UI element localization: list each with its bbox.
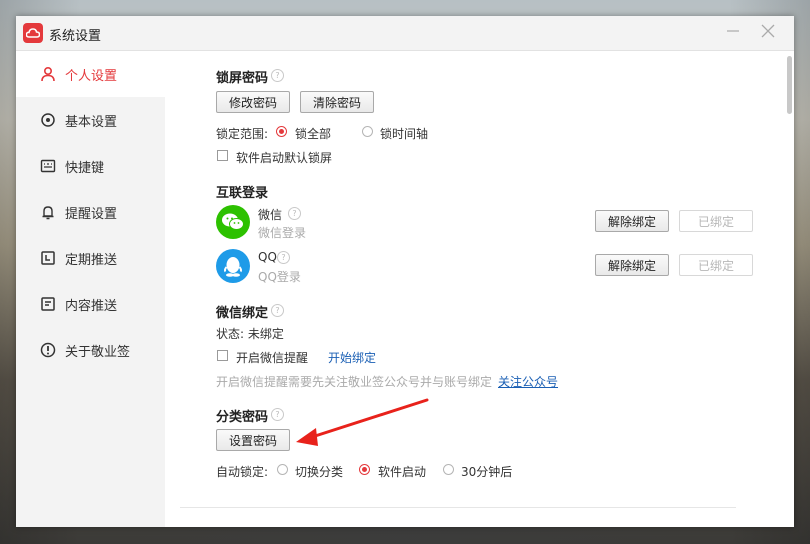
wechat-sub: 微信登录 xyxy=(258,226,307,240)
change-password-button[interactable]: 修改密码 xyxy=(216,91,290,113)
qq-name: QQ xyxy=(258,250,277,264)
wechat-reminder-checkbox[interactable] xyxy=(217,350,228,361)
close-button[interactable] xyxy=(759,24,777,42)
start-bind-link[interactable]: 开始绑定 xyxy=(328,349,376,366)
login-section-title: 互联登录 xyxy=(216,186,269,201)
radio-lock-all[interactable] xyxy=(276,126,287,137)
calendar-icon xyxy=(41,251,55,265)
wechat-unbind-button[interactable]: 解除绑定 xyxy=(595,210,669,232)
help-icon[interactable]: ? xyxy=(271,304,284,317)
window-title: 系统设置 xyxy=(49,29,102,44)
sidebar-item-scheduled-push[interactable]: 定期推送 xyxy=(16,235,165,281)
help-icon[interactable]: ? xyxy=(271,408,284,421)
scrollbar-thumb[interactable] xyxy=(787,56,792,114)
wechat-name: 微信 xyxy=(258,208,283,222)
person-icon xyxy=(41,66,55,82)
sidebar-item-content-push[interactable]: 内容推送 xyxy=(16,281,165,327)
sidebar-item-label: 个人设置 xyxy=(65,68,118,84)
lock-section-title: 锁屏密码 xyxy=(216,71,269,86)
follow-account-link[interactable]: 关注公众号 xyxy=(498,373,558,390)
title-bar: 系统设置 xyxy=(16,16,794,51)
auto-lock-label: 自动锁定: xyxy=(216,465,269,479)
radio-lock-all-label: 锁全部 xyxy=(295,127,332,141)
help-icon[interactable]: ? xyxy=(271,69,284,82)
radio-after-30min-label: 30分钟后 xyxy=(461,465,513,479)
startup-lock-checkbox[interactable] xyxy=(217,150,228,161)
sidebar-item-about[interactable]: 关于敬业签 xyxy=(16,327,165,373)
sidebar-item-personal[interactable]: 个人设置 xyxy=(16,51,165,97)
radio-software-startup[interactable] xyxy=(359,464,370,475)
sidebar-item-shortcuts[interactable]: 快捷键 xyxy=(16,143,165,189)
sidebar-item-basic[interactable]: 基本设置 xyxy=(16,97,165,143)
lock-scope-label: 锁定范围: xyxy=(216,127,269,141)
bell-icon xyxy=(42,206,54,220)
wx-bind-status: 状态: 未绑定 xyxy=(216,327,284,341)
qq-sub: QQ登录 xyxy=(258,270,301,284)
radio-lock-timeline[interactable] xyxy=(362,126,373,137)
radio-after-30min[interactable] xyxy=(443,464,454,475)
sidebar-item-label: 定期推送 xyxy=(65,252,118,268)
sidebar-item-label: 内容推送 xyxy=(65,298,118,314)
radio-switch-category[interactable] xyxy=(277,464,288,475)
section-divider xyxy=(180,507,736,508)
radio-software-startup-label: 软件启动 xyxy=(378,465,427,479)
clear-password-button[interactable]: 清除密码 xyxy=(300,91,374,113)
radio-lock-timeline-label: 锁时间轴 xyxy=(380,127,429,141)
startup-lock-label: 软件启动默认锁屏 xyxy=(236,151,333,165)
category-section-title: 分类密码 xyxy=(216,410,269,425)
sidebar: 个人设置 基本设置 快捷键 提醒设置 定期推送 内容推送 关于敬业签 xyxy=(16,51,165,527)
settings-window: 系统设置 个人设置 基本设置 快捷键 提醒设置 定期推送 内容推送 关于敬业签 xyxy=(16,16,794,527)
keyboard-icon xyxy=(40,159,56,173)
radio-switch-category-label: 切换分类 xyxy=(295,465,344,479)
app-logo-icon xyxy=(23,23,43,43)
wx-bind-section-title: 微信绑定 xyxy=(216,306,269,321)
sidebar-item-label: 关于敬业签 xyxy=(65,344,131,360)
help-icon[interactable]: ? xyxy=(288,207,301,220)
info-icon xyxy=(40,342,56,358)
qq-bound-status: 已绑定 xyxy=(679,254,753,276)
qq-unbind-button[interactable]: 解除绑定 xyxy=(595,254,669,276)
wechat-reminder-label: 开启微信提醒 xyxy=(236,351,309,365)
set-password-button[interactable]: 设置密码 xyxy=(216,429,290,451)
wechat-icon xyxy=(216,205,250,239)
sidebar-item-label: 提醒设置 xyxy=(65,206,118,222)
document-icon xyxy=(41,297,55,311)
sidebar-item-reminder[interactable]: 提醒设置 xyxy=(16,189,165,235)
sidebar-item-label: 快捷键 xyxy=(65,160,105,176)
wx-bind-note: 开启微信提醒需要先关注敬业签公众号并与账号绑定 xyxy=(216,375,493,389)
minimize-button[interactable] xyxy=(724,24,742,42)
help-icon[interactable]: ? xyxy=(277,251,290,264)
gear-icon xyxy=(41,113,55,127)
qq-icon xyxy=(216,249,250,283)
sidebar-item-label: 基本设置 xyxy=(65,114,118,130)
wechat-bound-status: 已绑定 xyxy=(679,210,753,232)
